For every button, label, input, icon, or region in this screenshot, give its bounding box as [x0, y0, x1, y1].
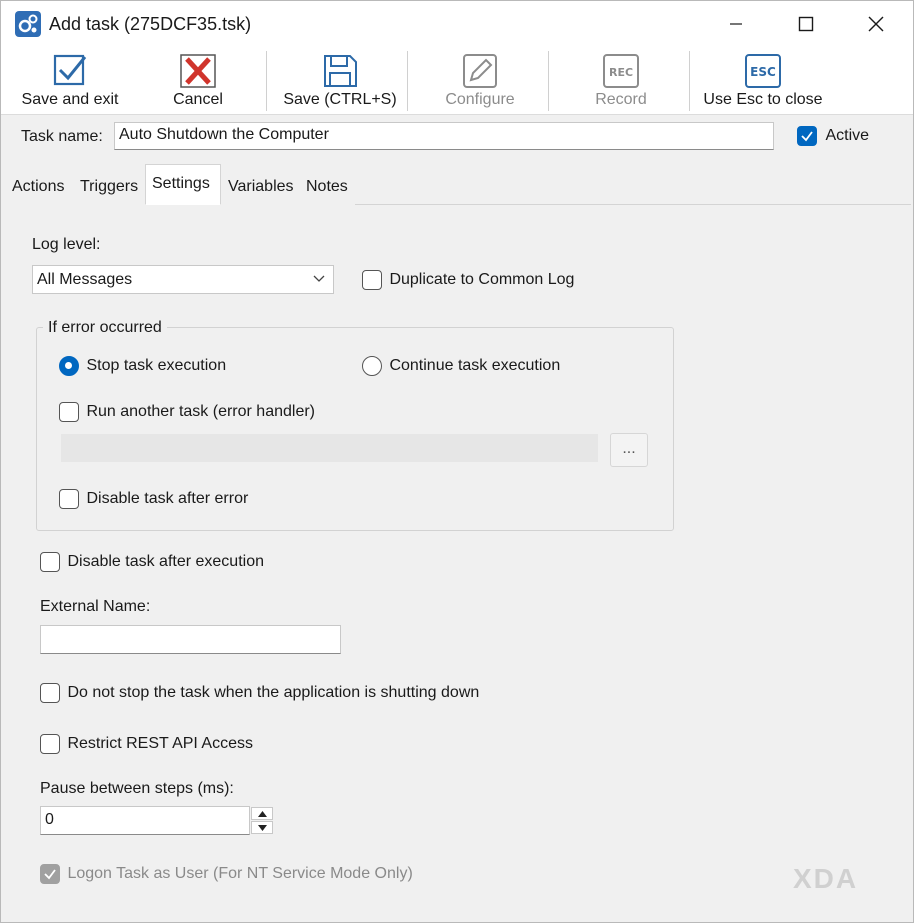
- duplicate-common-log-label: Duplicate to Common Log: [389, 271, 575, 288]
- esc-key-icon: ESC: [745, 54, 781, 88]
- checkbox-unchecked-icon: [59, 402, 79, 422]
- spin-up-button[interactable]: [251, 807, 273, 820]
- checkbox-checked-icon: [797, 126, 817, 146]
- tab-actions[interactable]: Actions: [5, 167, 73, 205]
- toolbar-separator: [407, 51, 408, 111]
- checkbox-unchecked-icon: [59, 489, 79, 509]
- save-button[interactable]: Save (CTRL+S): [279, 47, 401, 115]
- toolbar-separator: [689, 51, 690, 111]
- disable-after-error-checkbox[interactable]: Disable task after error: [59, 489, 248, 509]
- external-name-input[interactable]: [40, 625, 341, 654]
- tab-variables[interactable]: Variables: [221, 167, 299, 205]
- disable-after-execution-checkbox[interactable]: Disable task after execution: [40, 552, 264, 572]
- log-level-value: All Messages: [37, 271, 133, 288]
- window-title: Add task (275DCF35.tsk): [49, 14, 252, 34]
- configure-button[interactable]: Configure: [429, 47, 531, 115]
- checkbox-unchecked-icon: [40, 683, 60, 703]
- chevron-down-icon: [313, 275, 325, 282]
- stop-task-label: Stop task execution: [86, 357, 227, 374]
- continue-task-radio[interactable]: Continue task execution: [362, 356, 560, 376]
- radio-selected-icon: [59, 356, 79, 376]
- minimize-button[interactable]: [701, 1, 771, 47]
- toolbar: Save and exit Cancel Save (CTRL+S) Confi…: [1, 47, 913, 115]
- tab-notes[interactable]: Notes: [299, 167, 355, 205]
- disable-after-error-label: Disable task after error: [86, 490, 249, 507]
- esc-close-button[interactable]: ESC Use Esc to close: [699, 47, 827, 115]
- checkbox-checked-disabled-icon: [40, 864, 60, 884]
- floppy-disk-icon: [324, 55, 357, 87]
- restrict-rest-api-label: Restrict REST API Access: [67, 735, 253, 752]
- disable-after-execution-label: Disable task after execution: [67, 553, 264, 570]
- tab-settings[interactable]: Settings: [145, 164, 221, 205]
- checkmark-box-icon: [53, 54, 87, 86]
- triangle-down-icon: [257, 824, 267, 831]
- stop-task-radio[interactable]: Stop task execution: [59, 356, 226, 376]
- run-another-task-checkbox[interactable]: Run another task (error handler): [59, 402, 315, 422]
- task-name-label: Task name:: [21, 128, 103, 145]
- close-window-button[interactable]: [841, 1, 911, 47]
- minimize-icon: [730, 23, 742, 25]
- continue-task-label: Continue task execution: [389, 357, 561, 374]
- xda-watermark-logo: XDA: [793, 863, 859, 894]
- cancel-button[interactable]: Cancel: [151, 47, 245, 115]
- pause-spinner: [251, 807, 273, 834]
- svg-text:ESC: ESC: [750, 65, 776, 79]
- error-group-title: If error occurred: [43, 319, 167, 337]
- error-handler-task-field: [61, 434, 598, 462]
- checkbox-unchecked-icon: [40, 734, 60, 754]
- do-not-stop-label: Do not stop the task when the applicatio…: [67, 684, 480, 701]
- record-button[interactable]: REC Record: [575, 47, 667, 115]
- logon-as-user-checkbox[interactable]: Logon Task as User (For NT Service Mode …: [40, 864, 413, 884]
- save-and-exit-button[interactable]: Save and exit: [11, 47, 129, 115]
- radio-unselected-icon: [362, 356, 382, 376]
- browse-ellipsis-button[interactable]: ...: [610, 433, 648, 467]
- checkbox-unchecked-icon: [40, 552, 60, 572]
- checkbox-unchecked-icon: [362, 270, 382, 290]
- duplicate-common-log-checkbox[interactable]: Duplicate to Common Log: [362, 270, 574, 290]
- tab-triggers[interactable]: Triggers: [73, 167, 145, 205]
- log-level-label: Log level:: [32, 236, 101, 253]
- maximize-button[interactable]: [771, 1, 841, 47]
- active-label: Active: [825, 127, 870, 144]
- active-checkbox[interactable]: Active: [797, 126, 869, 146]
- restrict-rest-api-checkbox[interactable]: Restrict REST API Access: [40, 734, 253, 754]
- pencil-icon: [463, 54, 497, 88]
- run-another-task-label: Run another task (error handler): [86, 403, 316, 420]
- logon-as-user-label: Logon Task as User (For NT Service Mode …: [67, 865, 413, 882]
- record-rec-icon: REC: [603, 54, 639, 88]
- add-task-window: Add task (275DCF35.tsk) Save and exit Ca…: [0, 0, 914, 923]
- triangle-up-icon: [257, 810, 267, 817]
- svg-text:REC: REC: [609, 66, 633, 79]
- cancel-x-icon: [180, 54, 216, 88]
- spin-down-button[interactable]: [251, 821, 273, 834]
- toolbar-separator: [548, 51, 549, 111]
- task-name-input[interactable]: Auto Shutdown the Computer: [114, 122, 774, 150]
- pause-ms-input[interactable]: 0: [40, 806, 250, 835]
- log-level-select[interactable]: All Messages: [32, 265, 334, 294]
- close-icon: [868, 16, 884, 32]
- toolbar-separator: [266, 51, 267, 111]
- do-not-stop-checkbox[interactable]: Do not stop the task when the applicatio…: [40, 683, 479, 703]
- gears-app-icon: [15, 11, 41, 37]
- maximize-icon: [798, 16, 814, 32]
- title-bar: Add task (275DCF35.tsk): [1, 1, 913, 47]
- pause-between-steps-label: Pause between steps (ms):: [40, 780, 234, 797]
- external-name-label: External Name:: [40, 598, 151, 615]
